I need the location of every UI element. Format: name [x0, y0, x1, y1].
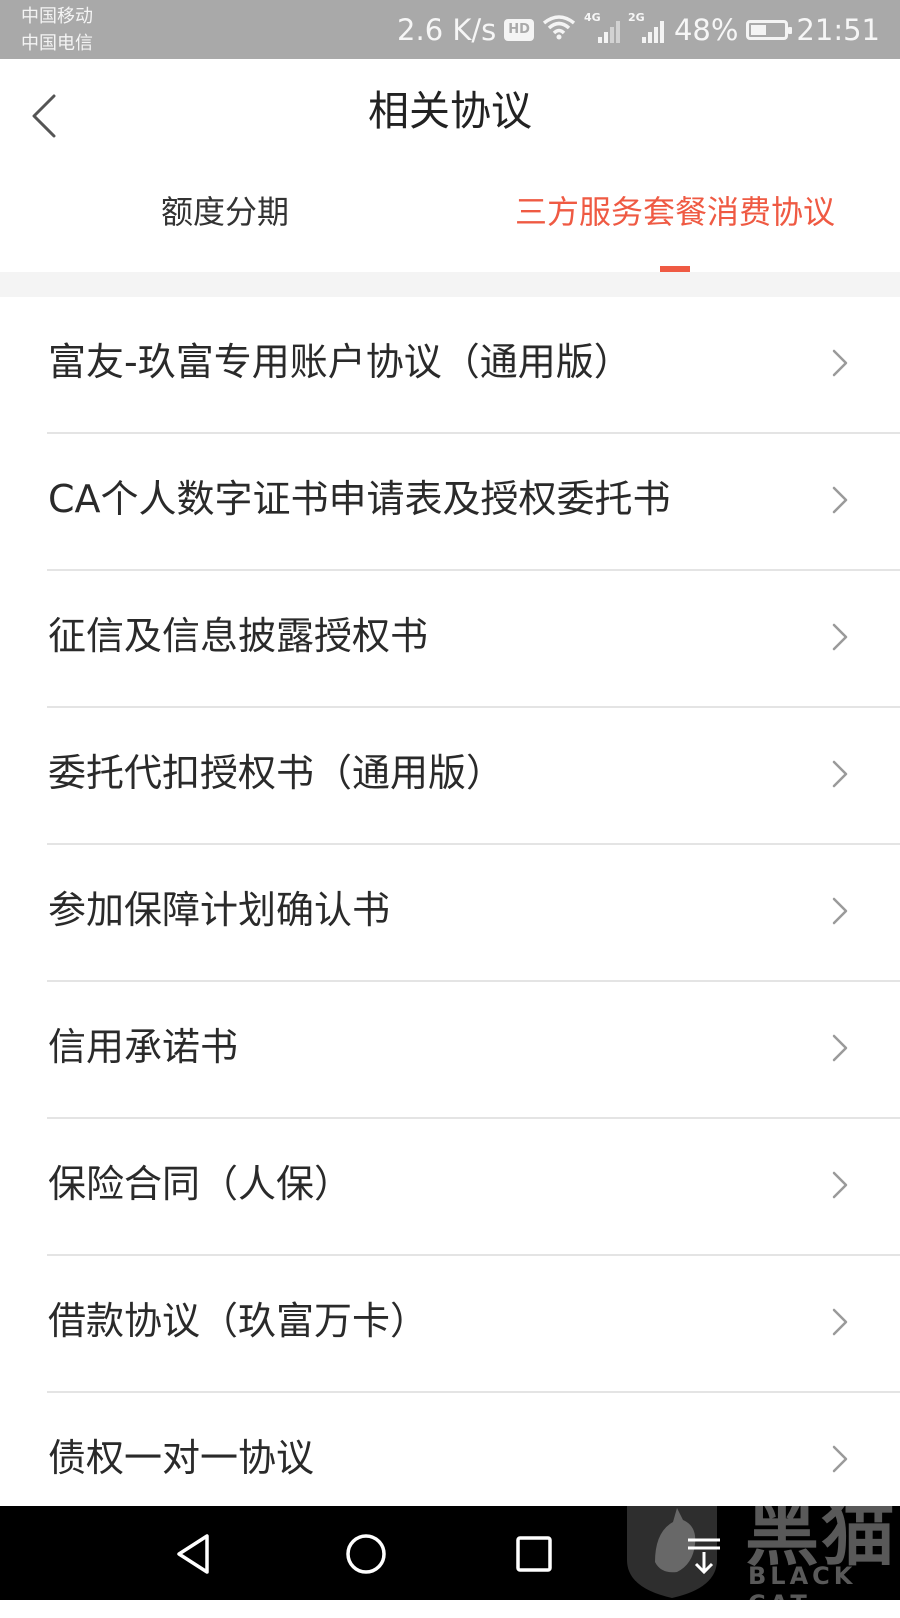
- network-type-4g: 4G: [583, 11, 601, 24]
- nav-home-button[interactable]: [340, 1528, 392, 1580]
- list-item[interactable]: 委托代扣授权书（通用版）: [0, 708, 900, 845]
- carrier-secondary: 中国电信: [21, 33, 93, 54]
- chevron-right-icon: [832, 1308, 848, 1336]
- agreement-label: 征信及信息披露授权书: [48, 614, 429, 658]
- nav-recent-button[interactable]: [508, 1528, 560, 1580]
- list-item[interactable]: 保险合同（人保）: [0, 1119, 900, 1256]
- chevron-right-icon: [832, 1171, 848, 1199]
- chevron-right-icon: [832, 897, 848, 925]
- agreement-label: 信用承诺书: [48, 1025, 239, 1069]
- hd-badge: HD: [504, 19, 534, 41]
- battery-percentage: 48%: [673, 13, 739, 47]
- agreement-label: 保险合同（人保）: [48, 1162, 353, 1206]
- battery-icon: [746, 20, 793, 40]
- list-item[interactable]: 参加保障计划确认书: [0, 845, 900, 982]
- signal-4g-icon: 4G: [584, 11, 620, 43]
- list-item[interactable]: 信用承诺书: [0, 982, 900, 1119]
- list-item[interactable]: 借款协议（玖富万卡）: [0, 1256, 900, 1393]
- signal-2g-icon: 2G: [628, 11, 666, 43]
- agreement-label: 参加保障计划确认书: [48, 888, 391, 932]
- agreement-label: 委托代扣授权书（通用版）: [48, 751, 505, 795]
- network-speed: 2.6 K/s: [397, 13, 497, 47]
- section-divider: [0, 272, 900, 297]
- agreement-list: 富友-玖富专用账户协议（通用版） CA个人数字证书申请表及授权委托书 征信及信息…: [0, 297, 900, 1530]
- square-recent-icon: [516, 1536, 552, 1572]
- page-title: 相关协议: [368, 87, 532, 135]
- chevron-right-icon: [832, 623, 848, 651]
- agreement-label: 债权一对一协议: [48, 1436, 315, 1480]
- chevron-right-icon: [832, 1034, 848, 1062]
- triangle-back-icon: [177, 1534, 209, 1574]
- chevron-right-icon: [832, 760, 848, 788]
- chevron-right-icon: [832, 486, 848, 514]
- agreement-label: 富友-玖富专用账户协议（通用版）: [48, 340, 632, 384]
- tab-installment-limit[interactable]: 额度分期: [0, 189, 450, 235]
- circle-home-icon: [346, 1534, 386, 1574]
- status-indicators: 2.6 K/s HD 4G 2G 48% 21:51: [389, 11, 880, 48]
- nav-back-button[interactable]: [169, 1528, 221, 1580]
- carrier-primary: 中国移动: [21, 6, 93, 27]
- agreement-label: CA个人数字证书申请表及授权委托书: [48, 477, 671, 521]
- battery-fill: [751, 25, 767, 35]
- chevron-right-icon: [832, 349, 848, 377]
- agreement-label: 借款协议（玖富万卡）: [48, 1299, 429, 1343]
- status-bar: 中国移动 中国电信 2.6 K/s HD 4G 2G 48% 21:51: [0, 0, 900, 59]
- wifi-icon: [542, 13, 576, 47]
- list-item[interactable]: 富友-玖富专用账户协议（通用版）: [0, 297, 900, 434]
- clock: 21:51: [796, 13, 880, 47]
- list-item[interactable]: CA个人数字证书申请表及授权委托书: [0, 434, 900, 571]
- app-header: 相关协议: [0, 59, 900, 165]
- list-item[interactable]: 征信及信息披露授权书: [0, 571, 900, 708]
- network-type-2g: 2G: [627, 11, 645, 24]
- watermark-subtitle: BLACK CAT: [748, 1562, 857, 1618]
- tab-bar: 额度分期 三方服务套餐消费协议: [0, 165, 900, 272]
- tab-third-party-service[interactable]: 三方服务套餐消费协议: [450, 189, 900, 235]
